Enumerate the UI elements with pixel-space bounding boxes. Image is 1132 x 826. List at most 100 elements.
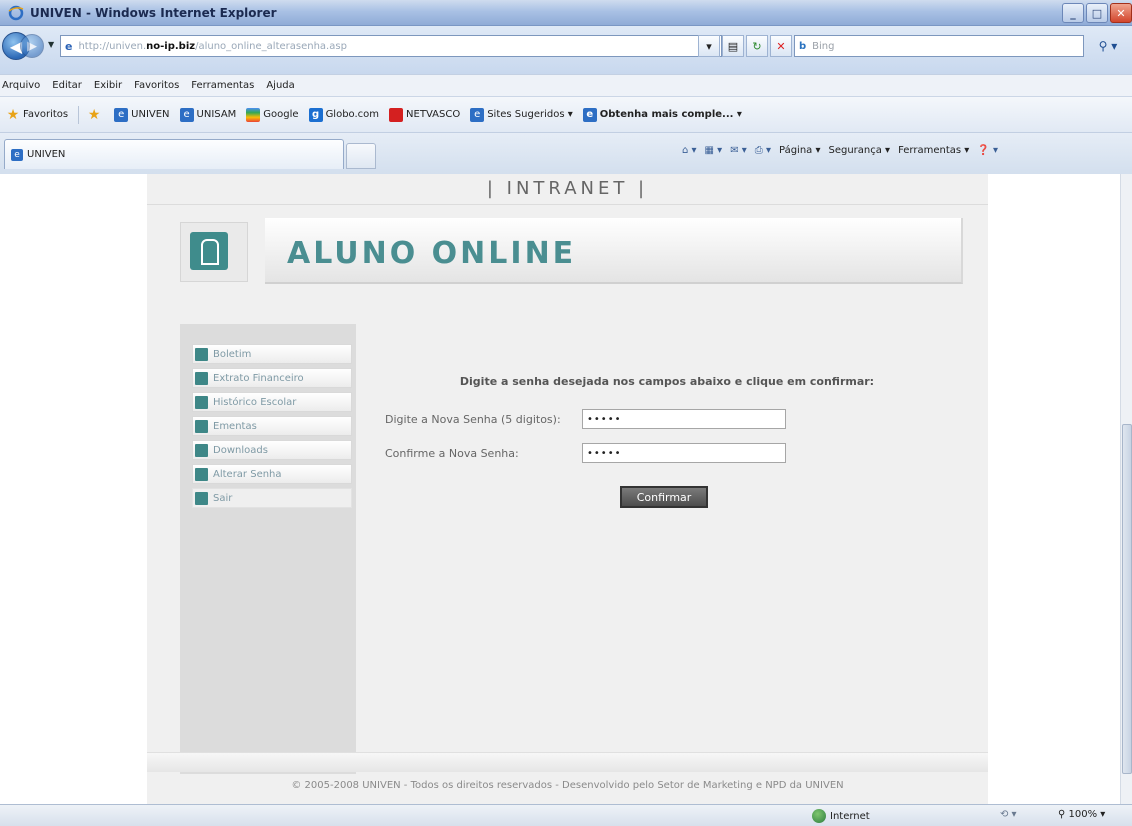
menu-pagina[interactable]: Página ▾ [779,145,821,156]
feeds-icon[interactable]: ▦ ▾ [705,145,723,156]
zoom-control[interactable]: ⚲ 100% ▾ [1058,809,1105,820]
ie-page-icon: e [470,107,485,122]
tab-univen[interactable]: e UNIVEN [4,139,344,169]
new-password-field[interactable] [582,409,786,429]
minimize-button[interactable]: _ [1062,3,1084,23]
vertical-scrollbar[interactable] [1120,174,1132,804]
window-title: UNIVEN - Windows Internet Explorer [30,5,277,20]
fav-label: NETVASCO [406,109,461,120]
new-password-label: Digite a Nova Senha (5 digitos): [385,413,561,426]
bullet-icon [195,491,208,505]
page-title: ALUNO ONLINE [287,236,577,271]
maximize-button[interactable]: □ [1086,3,1108,23]
menu-ferramentas[interactable]: Ferramentas [191,80,254,91]
search-placeholder: Bing [812,40,835,52]
window-controls: _ □ ✕ [1062,3,1132,23]
bing-icon: b [799,40,807,52]
zoom-icon: ⚲ [1058,809,1069,820]
print-icon[interactable]: ⎙ ▾ [755,145,771,156]
url-path: /aluno_online_alterasenha.asp [195,40,347,52]
tab-bar: e UNIVEN ⌂ ▾ ▦ ▾ ✉ ▾ ⎙ ▾ Página ▾ Segura… [0,132,1132,174]
fav-univen[interactable]: e UNIVEN [114,107,170,122]
search-icon[interactable]: ⚲ ▾ [1090,35,1126,57]
confirm-password-label: Confirme a Nova Senha: [385,447,519,460]
fav-label: Sites Sugeridos ▾ [487,109,573,120]
history-dropdown-icon[interactable]: ▼ [48,40,54,49]
ie-page-icon: e [11,148,23,161]
compatibility-view-icon[interactable]: ▤ [722,35,744,57]
url-prefix: http://univen. [78,40,147,52]
sidebar-item-label: Ementas [213,420,257,432]
menu-ajuda[interactable]: Ajuda [266,80,294,91]
footer-band [147,752,988,772]
status-bar: Internet ⟲ ▾ ⚲ 100% ▾ [0,804,1132,826]
favorites-button[interactable]: ★ Favoritos [6,108,68,122]
confirm-button[interactable]: Confirmar [620,486,708,508]
sidebar: Boletim Extrato Financeiro Histórico Esc… [180,324,356,774]
form-instructions: Digite a senha desejada nos campos abaix… [459,375,875,388]
sidebar-item-label: Extrato Financeiro [213,372,304,384]
bullet-icon [195,395,208,409]
sidebar-item-label: Downloads [213,444,268,456]
fav-label: Obtenha mais comple... ▾ [599,109,742,120]
home-icon[interactable]: ⌂ ▾ [682,145,697,156]
ie-logo-icon [8,5,24,20]
sidebar-item-boletim[interactable]: Boletim [192,344,352,364]
netvasco-icon [389,107,404,122]
sidebar-item-label: Sair [213,492,233,504]
intranet-header: | INTRANET | [486,178,649,199]
bullet-icon [195,371,208,385]
favorites-bar: ★ Favoritos ★ e UNIVEN e UNISAM Google g Gl… [0,96,1132,132]
fav-obtenha-mais[interactable]: e Obtenha mais comple... ▾ [582,107,742,122]
ie-page-icon: e [179,107,194,122]
protected-mode-icon[interactable]: ⟲ ▾ [1000,809,1017,820]
menu-editar[interactable]: Editar [52,80,82,91]
bullet-icon [195,347,208,361]
menu-arquivo[interactable]: Arquivo [2,80,40,91]
sidebar-item-historico[interactable]: Histórico Escolar [192,392,352,412]
univen-logo-icon [190,232,228,270]
refresh-icon[interactable]: ↻ [746,35,768,57]
fav-label: UNISAM [196,109,237,120]
fav-google[interactable]: Google [246,107,299,122]
sidebar-item-alterar-senha[interactable]: Alterar Senha [192,464,352,484]
intranet-page: | INTRANET | ALUNO ONLINE Boletim Extrat… [147,174,988,804]
fav-unisam[interactable]: e UNISAM [179,107,237,122]
star-icon: ★ [6,106,20,123]
globo-icon: g [308,107,323,122]
close-button[interactable]: ✕ [1110,3,1132,23]
menu-seguranca[interactable]: Segurança ▾ [828,145,890,156]
sidebar-item-label: Histórico Escolar [213,396,297,408]
menu-ferramentas-cmd[interactable]: Ferramentas ▾ [898,145,969,156]
sidebar-item-sair[interactable]: Sair [192,488,352,508]
address-dropdown-icon[interactable]: ▾ [698,35,720,57]
forward-button[interactable]: ▶ [20,34,44,58]
stop-icon[interactable]: ✕ [770,35,792,57]
security-zone[interactable]: Internet [812,809,870,823]
page-viewport: | INTRANET | ALUNO ONLINE Boletim Extrat… [0,174,1120,804]
sidebar-item-label: Boletim [213,348,252,360]
sidebar-item-extrato[interactable]: Extrato Financeiro [192,368,352,388]
fav-globo[interactable]: g Globo.com [308,107,379,122]
mail-icon[interactable]: ✉ ▾ [730,145,747,156]
fav-netvasco[interactable]: NETVASCO [389,107,461,122]
sidebar-item-downloads[interactable]: Downloads [192,440,352,460]
sidebar-item-ementas[interactable]: Ementas [192,416,352,436]
fav-sites-sugeridos[interactable]: e Sites Sugeridos ▾ [470,107,573,122]
menu-exibir[interactable]: Exibir [94,80,122,91]
bullet-icon [195,419,208,433]
help-icon[interactable]: ❓ ▾ [977,145,998,156]
page-icon: e [65,39,73,53]
search-input[interactable]: b Bing [794,35,1084,57]
new-tab-button[interactable] [346,143,376,169]
confirm-password-field[interactable] [582,443,786,463]
add-favorite-icon: ★ [87,106,101,123]
url-host: no-ip.biz [146,40,196,52]
zoom-dropdown-icon: ▾ [1097,809,1106,820]
address-bar[interactable]: e http://univen. no-ip.biz /aluno_online… [60,35,722,57]
menu-bar: Arquivo Editar Exibir Favoritos Ferramen… [0,74,1132,96]
add-favorite-button[interactable]: ★ [87,108,104,122]
address-toolbar: ◀ ▶ ▼ e http://univen. no-ip.biz /aluno_… [0,26,1132,74]
menu-favoritos[interactable]: Favoritos [134,80,179,91]
scrollbar-thumb[interactable] [1122,424,1132,774]
